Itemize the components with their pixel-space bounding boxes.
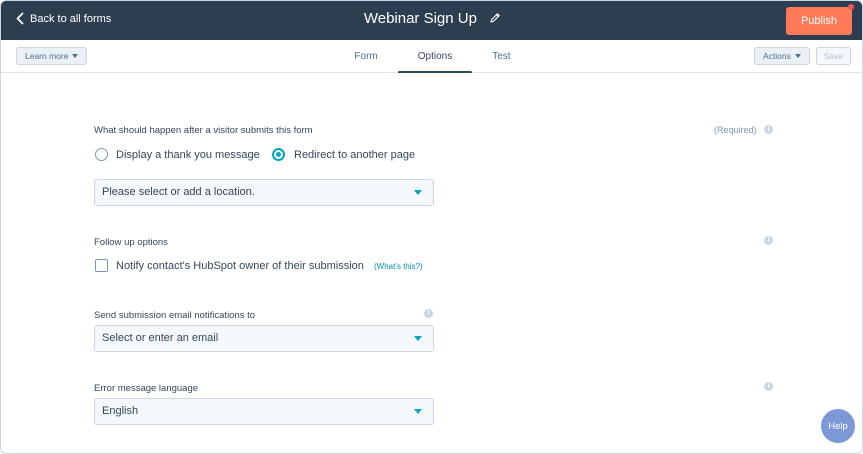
form-title-wrap: Webinar Sign Up [1, 9, 862, 27]
help-button[interactable]: Help [821, 409, 855, 443]
top-bar: Back to all forms Webinar Sign Up Publis… [1, 1, 862, 40]
info-icon[interactable]: i [764, 236, 773, 245]
radio-redirect-label[interactable]: Redirect to another page [294, 149, 415, 161]
whats-this-link[interactable]: (What's this?) [374, 262, 423, 271]
radio-redirect[interactable] [272, 148, 285, 161]
tabs: Form Options Test [1, 40, 862, 74]
actions-dropdown[interactable]: Actions [754, 47, 810, 65]
tab-form[interactable]: Form [334, 40, 397, 73]
radio-thank-you-label[interactable]: Display a thank you message [116, 149, 260, 161]
app-window: Back to all forms Webinar Sign Up Publis… [0, 0, 863, 454]
caret-down-icon [794, 54, 801, 58]
language-label: Error message language [94, 383, 199, 394]
page-title[interactable]: Webinar Sign Up [364, 10, 477, 27]
tab-bar: Learn more Form Options Test Actions Sav… [1, 40, 862, 74]
radio-thank-you[interactable] [95, 148, 108, 161]
notification-dot [848, 4, 854, 10]
actions-label: Actions [763, 51, 791, 61]
location-select-value: Please select or add a location. [102, 186, 255, 198]
required-label: (Required) [714, 125, 757, 135]
location-select[interactable]: Please select or add a location. [94, 179, 434, 206]
info-icon[interactable]: i [764, 125, 773, 134]
info-icon[interactable]: i [424, 309, 433, 318]
dropdown-arrow-icon [414, 190, 422, 195]
dropdown-arrow-icon [414, 336, 422, 341]
notify-owner-checkbox[interactable] [95, 259, 108, 272]
follow-up-label: Follow up options [94, 237, 168, 248]
pencil-icon[interactable] [489, 12, 501, 24]
language-select[interactable]: English [94, 398, 434, 425]
info-icon[interactable]: i [764, 382, 773, 391]
after-submit-label: What should happen after a visitor submi… [94, 125, 313, 136]
notification-email-select[interactable]: Select or enter an email [94, 325, 434, 352]
tab-test[interactable]: Test [472, 40, 530, 73]
notifications-label: Send submission email notifications to [94, 310, 256, 321]
publish-button[interactable]: Publish [786, 7, 852, 35]
language-select-value: English [102, 405, 139, 417]
dropdown-arrow-icon [414, 409, 422, 414]
tab-options[interactable]: Options [397, 40, 473, 74]
options-panel: What should happen after a visitor submi… [1, 73, 862, 453]
save-button[interactable]: Save [816, 47, 851, 65]
notify-owner-label[interactable]: Notify contact's HubSpot owner of their … [116, 260, 364, 272]
notification-email-value: Select or enter an email [102, 332, 219, 344]
